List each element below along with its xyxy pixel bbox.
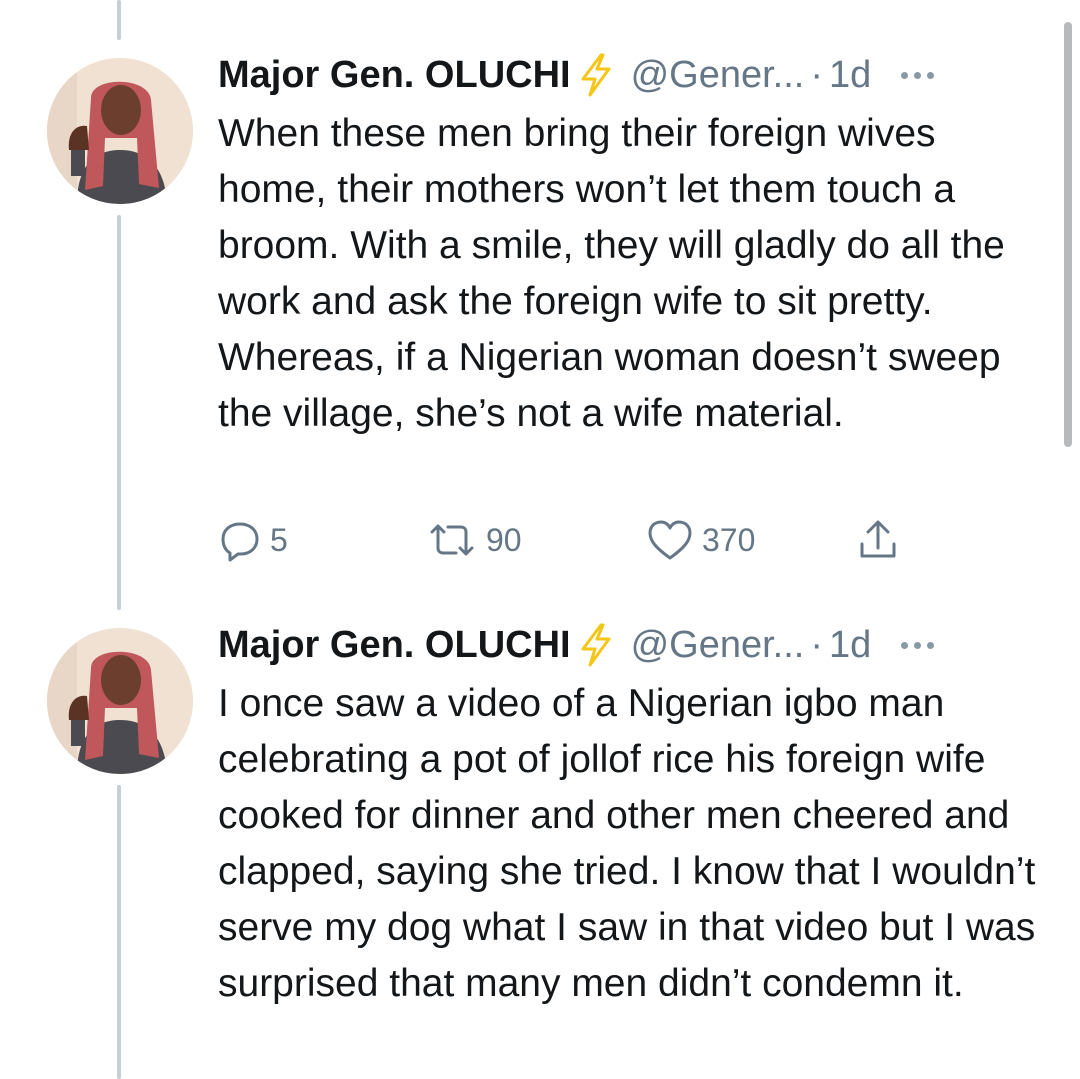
heart-icon <box>648 520 692 560</box>
avatar[interactable] <box>47 628 193 774</box>
timestamp[interactable]: 1d <box>829 54 871 97</box>
avatar[interactable] <box>47 58 193 204</box>
tweet-content: Major Gen. OLUCHI @Gener... · 1d When th… <box>218 50 1040 562</box>
more-options-icon[interactable] <box>901 641 935 649</box>
separator-dot: · <box>810 623 823 666</box>
author-handle[interactable]: @Gener... <box>631 624 805 667</box>
tweet-content: Major Gen. OLUCHI @Gener... · 1d I once … <box>218 620 1040 1012</box>
author-handle[interactable]: @Gener... <box>631 54 805 97</box>
like-button[interactable]: 370 <box>646 515 755 565</box>
retweet-icon <box>430 524 474 556</box>
share-icon <box>860 520 896 558</box>
retweet-count: 90 <box>486 521 522 558</box>
lightning-bolt-icon <box>581 53 611 97</box>
reply-icon <box>221 522 259 562</box>
author-name[interactable]: Major Gen. OLUCHI <box>218 54 571 97</box>
lightning-bolt-icon <box>581 623 611 667</box>
tweet-header: Major Gen. OLUCHI @Gener... · 1d <box>218 50 1040 100</box>
avatar-image <box>47 628 193 774</box>
tweet-text: When these men bring their foreign wives… <box>218 112 1005 435</box>
author-name[interactable]: Major Gen. OLUCHI <box>218 624 571 667</box>
thread-view: Major Gen. OLUCHI @Gener... · 1d When th… <box>0 0 1080 1079</box>
avatar-image <box>47 58 193 204</box>
reply-button[interactable]: 5 <box>218 515 288 565</box>
share-button[interactable] <box>856 515 908 565</box>
like-count: 370 <box>702 521 756 558</box>
timestamp[interactable]: 1d <box>829 624 871 667</box>
tweet[interactable]: Major Gen. OLUCHI @Gener... · 1d I once … <box>0 610 1080 1079</box>
retweet-button[interactable]: 90 <box>426 515 522 565</box>
reply-count: 5 <box>270 521 288 558</box>
tweet-header: Major Gen. OLUCHI @Gener... · 1d <box>218 620 1040 670</box>
tweet[interactable]: Major Gen. OLUCHI @Gener... · 1d When th… <box>0 0 1080 610</box>
separator-dot: · <box>810 53 823 96</box>
more-options-icon[interactable] <box>901 71 935 79</box>
tweet-actions: 5 90 370 <box>218 515 918 565</box>
tweet-text: I once saw a video of a Nigerian igbo ma… <box>218 682 1036 1005</box>
